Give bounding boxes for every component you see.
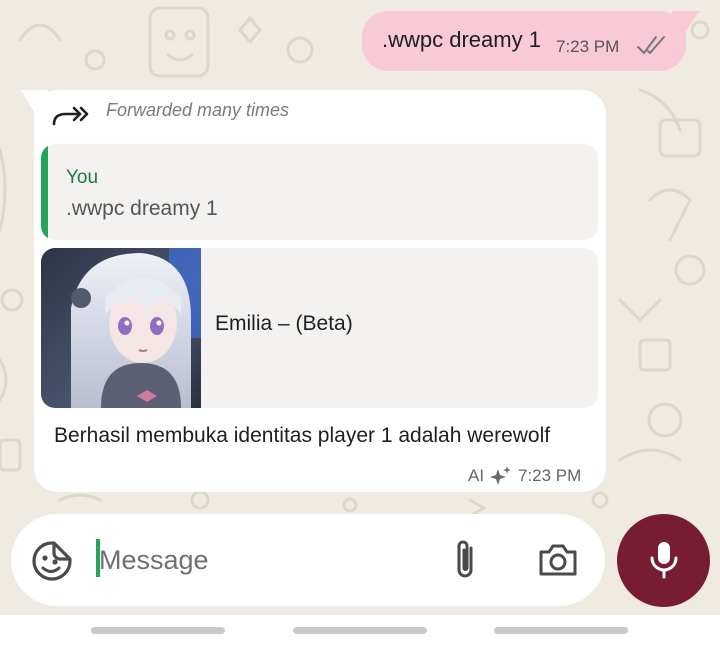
outgoing-message-bubble[interactable]: .wwpc dreamy 1 7:23 PM [362, 11, 686, 71]
nav-button-home[interactable] [293, 627, 427, 634]
quoted-message[interactable]: You .wwpc dreamy 1 [41, 144, 598, 240]
quote-accent-bar [41, 144, 48, 240]
nav-button-left[interactable] [91, 627, 225, 634]
incoming-message-time: 7:23 PM [518, 466, 582, 485]
ai-label: AI [468, 466, 485, 485]
sticker-icon[interactable] [31, 540, 73, 582]
quote-text: .wwpc dreamy 1 [66, 197, 218, 220]
link-preview-card[interactable]: Emilia – (Beta) [41, 248, 598, 408]
mic-icon [650, 542, 678, 579]
paperclip-icon[interactable] [449, 538, 483, 582]
message-composer [11, 514, 605, 606]
outgoing-message-text: .wwpc dreamy 1 [382, 27, 541, 52]
forward-arrow-icon [52, 106, 89, 126]
sparkle-icon [490, 466, 511, 485]
nav-button-right[interactable] [494, 627, 628, 634]
link-preview-title: Emilia – (Beta) [215, 312, 353, 335]
message-input[interactable] [97, 536, 431, 584]
link-preview-image [41, 248, 201, 408]
camera-icon[interactable] [537, 542, 579, 578]
forwarded-label: Forwarded many times [106, 100, 290, 120]
incoming-message-text: Berhasil membuka identitas player 1 adal… [54, 424, 551, 447]
quote-author: You [66, 167, 99, 188]
double-check-icon [637, 36, 665, 54]
voice-record-button[interactable] [617, 514, 710, 607]
system-navigation-bar [0, 615, 720, 646]
outgoing-message-time: 7:23 PM [556, 37, 620, 56]
incoming-message-bubble[interactable]: Forwarded many times You .wwpc dreamy 1 [34, 90, 606, 492]
